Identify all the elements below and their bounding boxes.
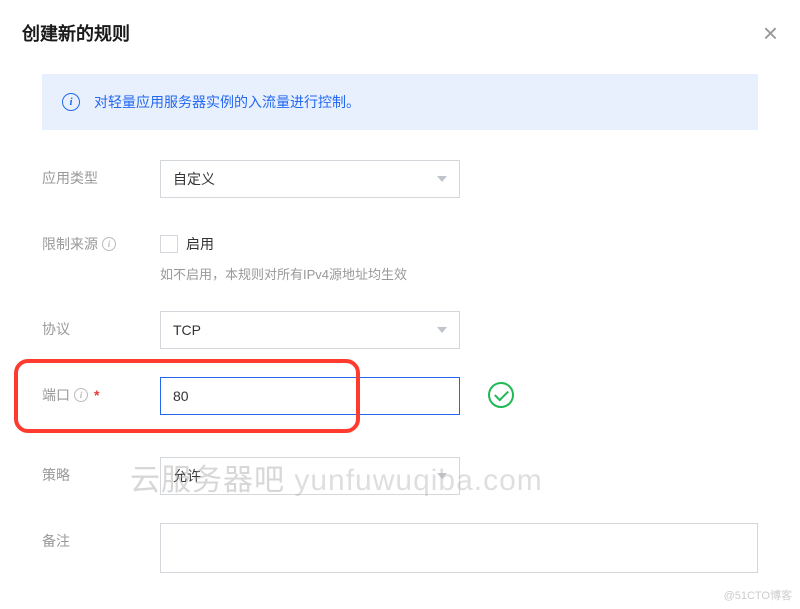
enable-label: 启用 bbox=[186, 234, 214, 254]
label-app-type: 应用类型 bbox=[42, 160, 160, 188]
select-policy[interactable]: 允许 bbox=[160, 457, 460, 495]
chevron-down-icon bbox=[437, 473, 447, 479]
help-icon[interactable]: i bbox=[102, 237, 116, 251]
footer-watermark: @51CTO博客 bbox=[724, 587, 792, 603]
chevron-down-icon bbox=[437, 176, 447, 182]
select-policy-value: 允许 bbox=[173, 466, 201, 486]
select-app-type-value: 自定义 bbox=[173, 169, 215, 189]
close-icon[interactable]: × bbox=[763, 20, 778, 46]
select-protocol-value: TCP bbox=[173, 322, 201, 338]
row-policy: 策略 允许 bbox=[42, 457, 758, 495]
check-circle-icon bbox=[488, 382, 514, 408]
label-restrict-source: 限制来源 i bbox=[42, 226, 160, 254]
row-remark: 备注 bbox=[42, 523, 758, 576]
label-protocol: 协议 bbox=[42, 311, 160, 339]
dialog-title: 创建新的规则 bbox=[22, 20, 130, 46]
label-port: 端口 i * bbox=[42, 377, 160, 405]
row-port: 端口 i * bbox=[42, 377, 758, 415]
info-text: 对轻量应用服务器实例的入流量进行控制。 bbox=[94, 92, 360, 112]
help-icon[interactable]: i bbox=[74, 388, 88, 402]
restrict-hint: 如不启用，本规则对所有IPv4源地址均生效 bbox=[160, 264, 460, 283]
info-banner: i 对轻量应用服务器实例的入流量进行控制。 bbox=[42, 74, 758, 130]
select-app-type[interactable]: 自定义 bbox=[160, 160, 460, 198]
enable-checkbox[interactable] bbox=[160, 235, 178, 253]
row-app-type: 应用类型 自定义 bbox=[42, 160, 758, 198]
label-policy: 策略 bbox=[42, 457, 160, 485]
row-protocol: 协议 TCP bbox=[42, 311, 758, 349]
required-mark: * bbox=[94, 387, 99, 403]
remark-textarea[interactable] bbox=[160, 523, 758, 573]
dialog-header: 创建新的规则 × bbox=[22, 20, 778, 46]
port-input[interactable] bbox=[160, 377, 460, 415]
label-remark: 备注 bbox=[42, 523, 160, 551]
select-protocol[interactable]: TCP bbox=[160, 311, 460, 349]
chevron-down-icon bbox=[437, 327, 447, 333]
row-restrict-source: 限制来源 i 启用 如不启用，本规则对所有IPv4源地址均生效 bbox=[42, 226, 758, 283]
info-icon: i bbox=[62, 93, 80, 111]
